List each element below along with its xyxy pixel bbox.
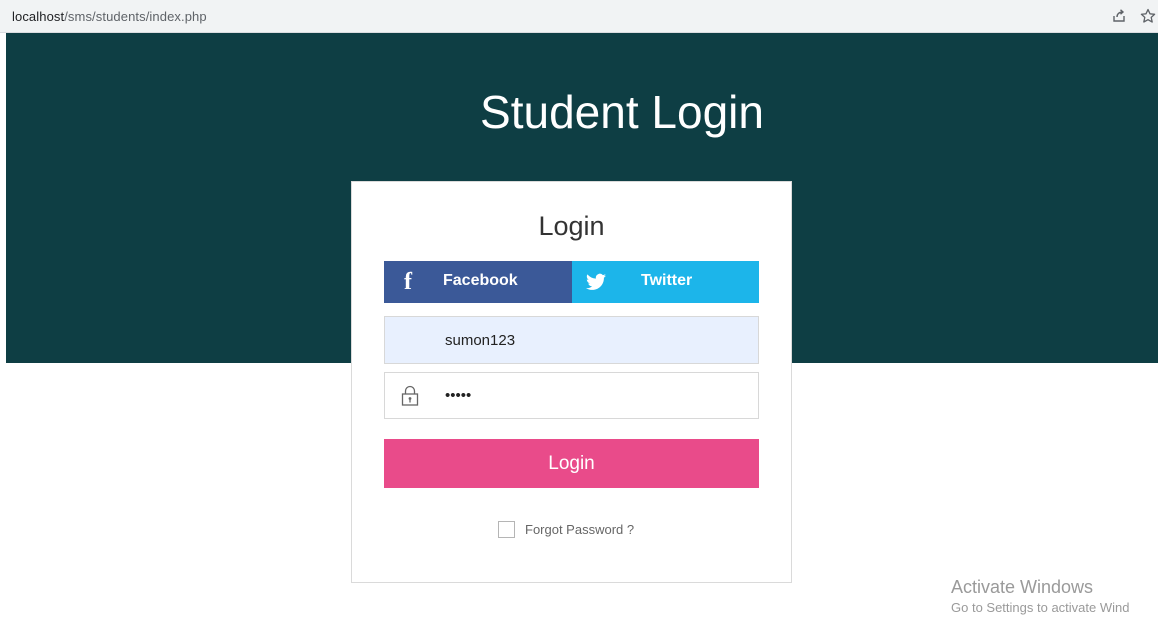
- username-input[interactable]: [445, 317, 745, 363]
- url-text[interactable]: localhost/sms/students/index.php: [12, 9, 207, 24]
- forgot-password-label[interactable]: Forgot Password ?: [525, 522, 634, 537]
- twitter-login-button[interactable]: Twitter: [572, 261, 759, 303]
- forgot-password-row[interactable]: Forgot Password ?: [498, 521, 634, 538]
- share-icon[interactable]: [1109, 6, 1129, 26]
- login-button[interactable]: Login: [384, 439, 759, 488]
- star-icon[interactable]: [1138, 6, 1158, 26]
- forgot-password-checkbox[interactable]: [498, 521, 515, 538]
- login-card-title: Login: [538, 211, 605, 241]
- facebook-label: Facebook: [443, 272, 518, 289]
- username-field[interactable]: [384, 316, 759, 364]
- windows-activation-watermark: Activate Windows Go to Settings to activ…: [951, 577, 1129, 615]
- page-title: Student Login: [480, 86, 764, 138]
- watermark-line-1: Activate Windows: [951, 577, 1094, 597]
- watermark-line-2: Go to Settings to activate Wind: [951, 600, 1130, 615]
- facebook-login-button[interactable]: f Facebook: [384, 261, 572, 303]
- password-field[interactable]: [384, 372, 759, 419]
- password-input[interactable]: [445, 373, 745, 418]
- lock-icon: [400, 385, 420, 407]
- twitter-label: Twitter: [641, 272, 693, 289]
- browser-address-bar[interactable]: localhost/sms/students/index.php: [0, 0, 1158, 33]
- url-path: /sms/students/index.php: [64, 9, 207, 24]
- twitter-icon: [586, 271, 606, 293]
- facebook-icon: f: [404, 268, 412, 295]
- login-card: Login f Facebook Twitter Login Forgot Pa…: [351, 181, 792, 583]
- url-host: localhost: [12, 9, 65, 24]
